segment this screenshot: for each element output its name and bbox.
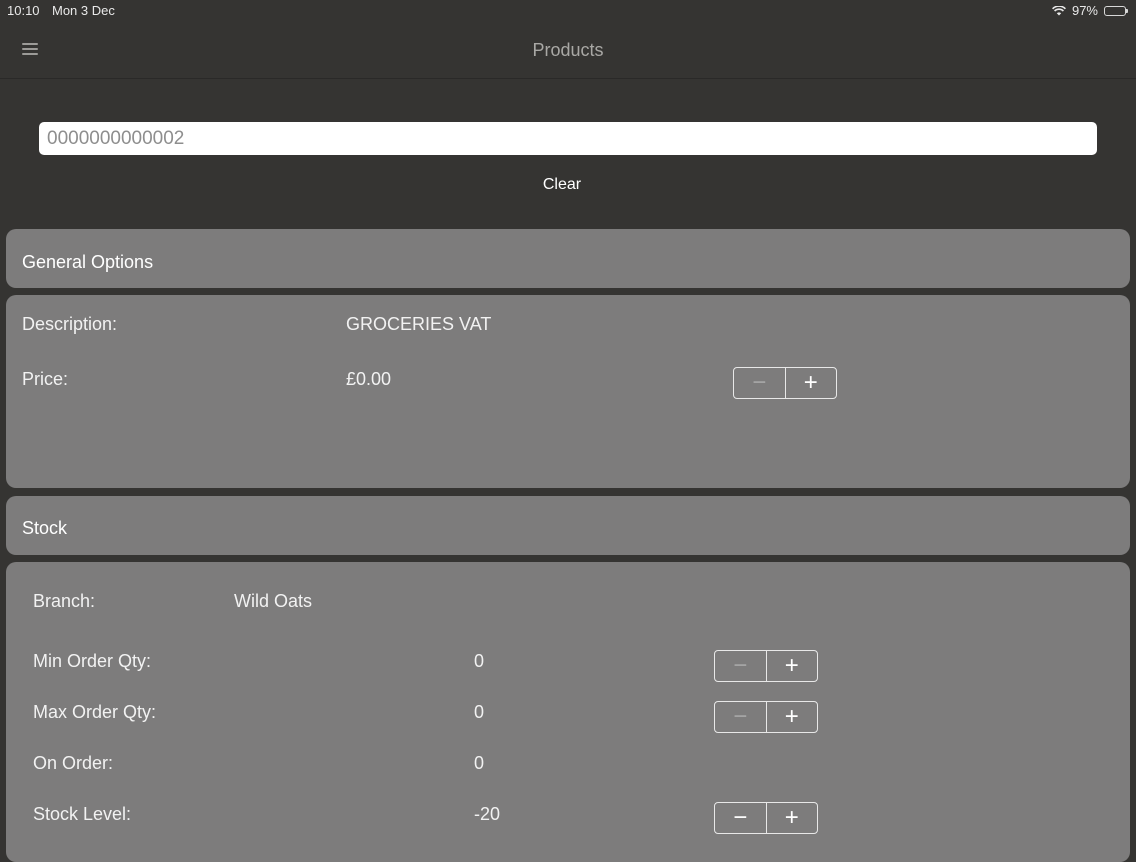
on-order-value: 0 <box>474 753 485 773</box>
price-value: £0.00 <box>346 369 392 389</box>
on-order-label: On Order: <box>33 753 114 773</box>
nav-bar: Products <box>0 22 1136 79</box>
min-order-qty-decrement-button[interactable]: − <box>715 651 767 681</box>
max-order-qty-value: 0 <box>474 702 485 722</box>
battery-percent: 97% <box>1071 3 1098 18</box>
status-right: 97% <box>1052 3 1128 18</box>
price-stepper[interactable]: − + <box>733 367 837 399</box>
stock-level-increment-button[interactable]: + <box>767 803 818 833</box>
page-title: Products <box>532 40 604 60</box>
min-order-qty-increment-button[interactable]: + <box>767 651 818 681</box>
status-date: Mon 3 Dec <box>52 3 115 18</box>
max-order-qty-increment-button[interactable]: + <box>767 702 818 732</box>
stock-title: Stock <box>22 518 68 538</box>
stock-level-stepper[interactable]: − + <box>714 802 818 834</box>
branch-label: Branch: <box>33 591 96 611</box>
status-time: 10:10 <box>7 3 40 18</box>
stock-level-value: -20 <box>474 804 501 824</box>
price-increment-button[interactable]: + <box>786 368 837 398</box>
stock-header[interactable]: Stock <box>6 496 1130 555</box>
max-order-qty-label: Max Order Qty: <box>33 702 157 722</box>
min-order-qty-label: Min Order Qty: <box>33 651 152 671</box>
max-order-qty-decrement-button[interactable]: − <box>715 702 767 732</box>
stock-level-decrement-button[interactable]: − <box>715 803 767 833</box>
price-decrement-button[interactable]: − <box>734 368 786 398</box>
battery-icon <box>1104 5 1128 16</box>
min-order-qty-stepper[interactable]: − + <box>714 650 818 682</box>
min-order-qty-value: 0 <box>474 651 485 671</box>
general-options-header[interactable]: General Options <box>6 229 1130 288</box>
barcode-search-input[interactable] <box>39 122 1097 155</box>
general-options-title: General Options <box>22 252 154 272</box>
price-label: Price: <box>22 369 69 389</box>
description-label: Description: <box>22 314 118 334</box>
general-options-panel: Description: GROCERIES VAT Price: £0.00 … <box>6 295 1130 488</box>
clear-button[interactable]: Clear <box>520 176 604 198</box>
stock-level-label: Stock Level: <box>33 804 132 824</box>
status-bar: 10:10 Mon 3 Dec 97% <box>0 0 1136 22</box>
branch-value: Wild Oats <box>234 591 313 611</box>
description-value: GROCERIES VAT <box>346 314 492 334</box>
stock-panel: Branch: Wild Oats Min Order Qty: 0 − + M… <box>6 562 1130 862</box>
max-order-qty-stepper[interactable]: − + <box>714 701 818 733</box>
wifi-icon <box>1052 5 1066 15</box>
